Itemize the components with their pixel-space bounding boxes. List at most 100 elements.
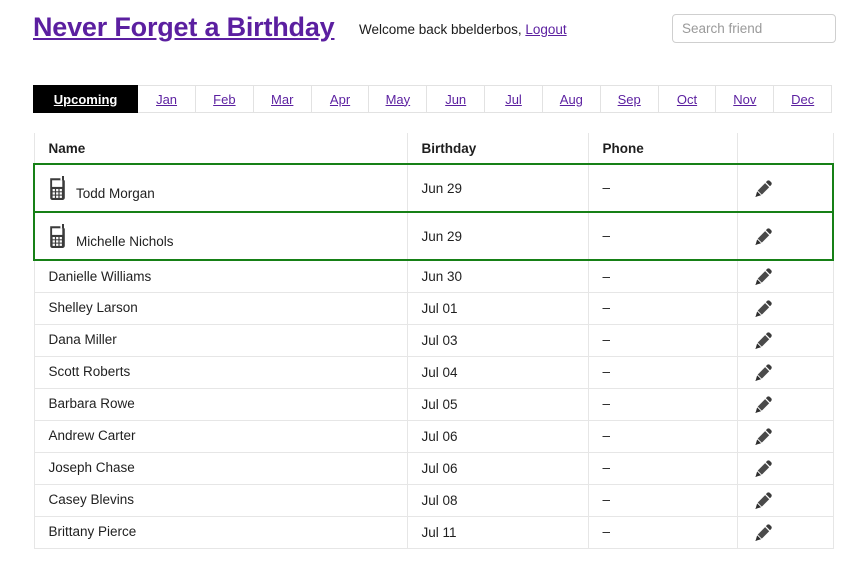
tab-jul[interactable]: Jul	[485, 85, 543, 113]
pencil-icon[interactable]	[754, 523, 773, 542]
cell-actions	[736, 212, 834, 261]
pencil-icon[interactable]	[754, 395, 773, 414]
cell-name: Andrew Carter	[33, 420, 407, 453]
cell-name: Michelle Nichols	[33, 212, 407, 261]
mobile-phone-icon	[49, 176, 66, 200]
birthday-table-container: Name Birthday Phone Todd Morgan Jun 29– Mi…	[33, 133, 834, 549]
cell-name: Scott Roberts	[33, 356, 407, 389]
cell-name: Brittany Pierce	[33, 516, 407, 549]
cell-birthday: Jul 01	[406, 292, 588, 325]
tab-jan[interactable]: Jan	[138, 85, 196, 113]
cell-phone: –	[587, 292, 737, 325]
cell-phone: –	[587, 260, 737, 293]
cell-phone: –	[587, 324, 737, 357]
tab-oct[interactable]: Oct	[658, 85, 717, 113]
tab-label: Upcoming	[53, 91, 118, 107]
cell-birthday: Jun 30	[406, 260, 588, 293]
cell-birthday: Jul 11	[406, 516, 588, 549]
pencil-icon[interactable]	[754, 179, 773, 198]
cell-phone: –	[587, 388, 737, 421]
welcome-text: Welcome back bbelderbos,	[359, 22, 522, 37]
table-row: Joseph Chase Jul 06–	[33, 452, 834, 485]
cell-phone: –	[587, 356, 737, 389]
friend-name: Andrew Carter	[48, 428, 136, 444]
table-row: Scott Roberts Jul 04–	[33, 356, 834, 389]
cell-actions	[736, 163, 834, 213]
pencil-icon[interactable]	[754, 227, 773, 246]
cell-name: Barbara Rowe	[33, 388, 407, 421]
tab-jun[interactable]: Jun	[427, 85, 486, 113]
table-head: Name Birthday Phone	[33, 133, 834, 164]
cell-name: Todd Morgan	[33, 163, 407, 213]
tab-label: Feb	[213, 91, 236, 107]
pencil-icon[interactable]	[754, 331, 773, 350]
pencil-icon[interactable]	[754, 363, 773, 382]
tab-label: Dec	[791, 91, 815, 107]
tab-apr[interactable]: Apr	[311, 85, 370, 113]
friend-name: Shelley Larson	[48, 300, 138, 316]
cell-phone: –	[587, 212, 737, 261]
pencil-icon[interactable]	[754, 459, 773, 478]
pencil-icon[interactable]	[754, 267, 773, 286]
cell-actions	[736, 516, 834, 549]
month-tab-bar: Upcoming Jan Feb Mar Apr May Jun Jul Aug…	[33, 85, 833, 113]
tab-feb[interactable]: Feb	[195, 85, 254, 113]
friend-name: Todd Morgan	[76, 186, 155, 202]
tab-upcoming[interactable]: Upcoming	[33, 85, 139, 113]
tab-label: Jun	[445, 91, 467, 107]
tab-label: Jul	[505, 91, 522, 107]
tab-label: Nov	[733, 91, 757, 107]
tab-label: Aug	[559, 91, 583, 107]
table-row: Shelley Larson Jul 01–	[33, 292, 834, 325]
cell-name: Dana Miller	[33, 324, 407, 357]
tab-aug[interactable]: Aug	[542, 85, 601, 113]
friend-name: Brittany Pierce	[48, 524, 137, 540]
table-row: Casey Blevins Jul 08–	[33, 484, 834, 517]
tab-label: Oct	[676, 91, 698, 107]
cell-birthday: Jun 29	[406, 163, 588, 213]
tab-mar[interactable]: Mar	[253, 85, 312, 113]
cell-birthday: Jun 29	[406, 212, 588, 261]
cell-name: Casey Blevins	[33, 484, 407, 517]
pencil-icon[interactable]	[754, 299, 773, 318]
cell-name: Danielle Williams	[33, 260, 407, 293]
page-title[interactable]: Never Forget a Birthday	[33, 12, 335, 43]
cell-actions	[736, 388, 834, 421]
logout-link[interactable]: Logout	[525, 22, 566, 37]
tab-sep[interactable]: Sep	[600, 85, 659, 113]
table-body: Todd Morgan Jun 29– Michelle Nichols Jun 29…	[33, 163, 834, 549]
friend-name: Danielle Williams	[48, 268, 152, 284]
tab-may[interactable]: May	[369, 85, 428, 113]
pencil-icon[interactable]	[754, 427, 773, 446]
search-input[interactable]	[672, 14, 836, 43]
tab-label: Mar	[271, 91, 294, 107]
friend-name: Dana Miller	[48, 332, 117, 348]
cell-phone: –	[587, 452, 737, 485]
cell-actions	[736, 260, 834, 293]
page-header: Never Forget a Birthday Welcome back bbe…	[0, 0, 862, 62]
cell-birthday: Jul 04	[406, 356, 588, 389]
cell-name: Shelley Larson	[33, 292, 407, 325]
cell-phone: –	[587, 163, 737, 213]
birthday-table: Name Birthday Phone Todd Morgan Jun 29– Mi…	[33, 133, 834, 549]
cell-actions	[736, 324, 834, 357]
tab-label: Apr	[329, 91, 351, 107]
column-header-actions	[736, 133, 834, 164]
tab-dec[interactable]: Dec	[774, 85, 833, 113]
friend-name: Casey Blevins	[48, 492, 135, 508]
cell-actions	[736, 292, 834, 325]
friend-name: Scott Roberts	[48, 364, 131, 380]
table-row: Dana Miller Jul 03–	[33, 324, 834, 357]
cell-birthday: Jul 03	[406, 324, 588, 357]
table-row: Todd Morgan Jun 29–	[33, 163, 834, 213]
friend-name: Joseph Chase	[48, 460, 135, 476]
column-header-name: Name	[33, 133, 407, 164]
cell-phone: –	[587, 484, 737, 517]
cell-actions	[736, 452, 834, 485]
tab-nov[interactable]: Nov	[716, 85, 775, 113]
cell-actions	[736, 420, 834, 453]
pencil-icon[interactable]	[754, 491, 773, 510]
table-row: Michelle Nichols Jun 29–	[33, 212, 834, 261]
table-row: Barbara Rowe Jul 05–	[33, 388, 834, 421]
cell-birthday: Jul 06	[406, 452, 588, 485]
